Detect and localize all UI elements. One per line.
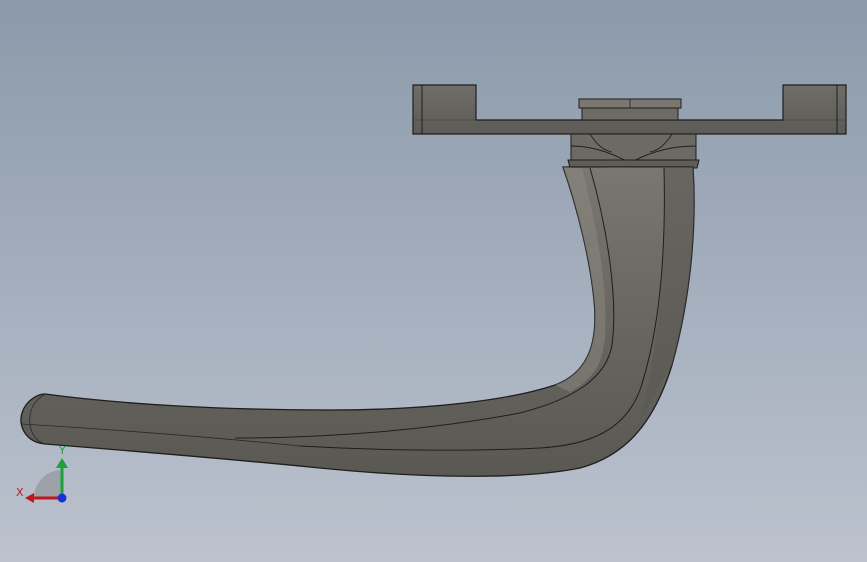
z-axis-dot: [57, 493, 67, 503]
y-axis-label: Y: [58, 444, 66, 457]
door-handle-model[interactable]: [0, 0, 867, 562]
rosette-collar[interactable]: [567, 133, 700, 169]
graphics-viewport[interactable]: X Y: [0, 0, 867, 562]
spindle-cap[interactable]: [578, 98, 682, 121]
x-axis-arrow: [25, 493, 34, 503]
lever-body[interactable]: [20, 166, 695, 477]
x-axis-label: X: [16, 486, 24, 499]
coordinate-triad: X Y: [16, 444, 68, 503]
triad-plane-shade: [34, 470, 62, 498]
y-axis-arrow: [56, 458, 68, 468]
